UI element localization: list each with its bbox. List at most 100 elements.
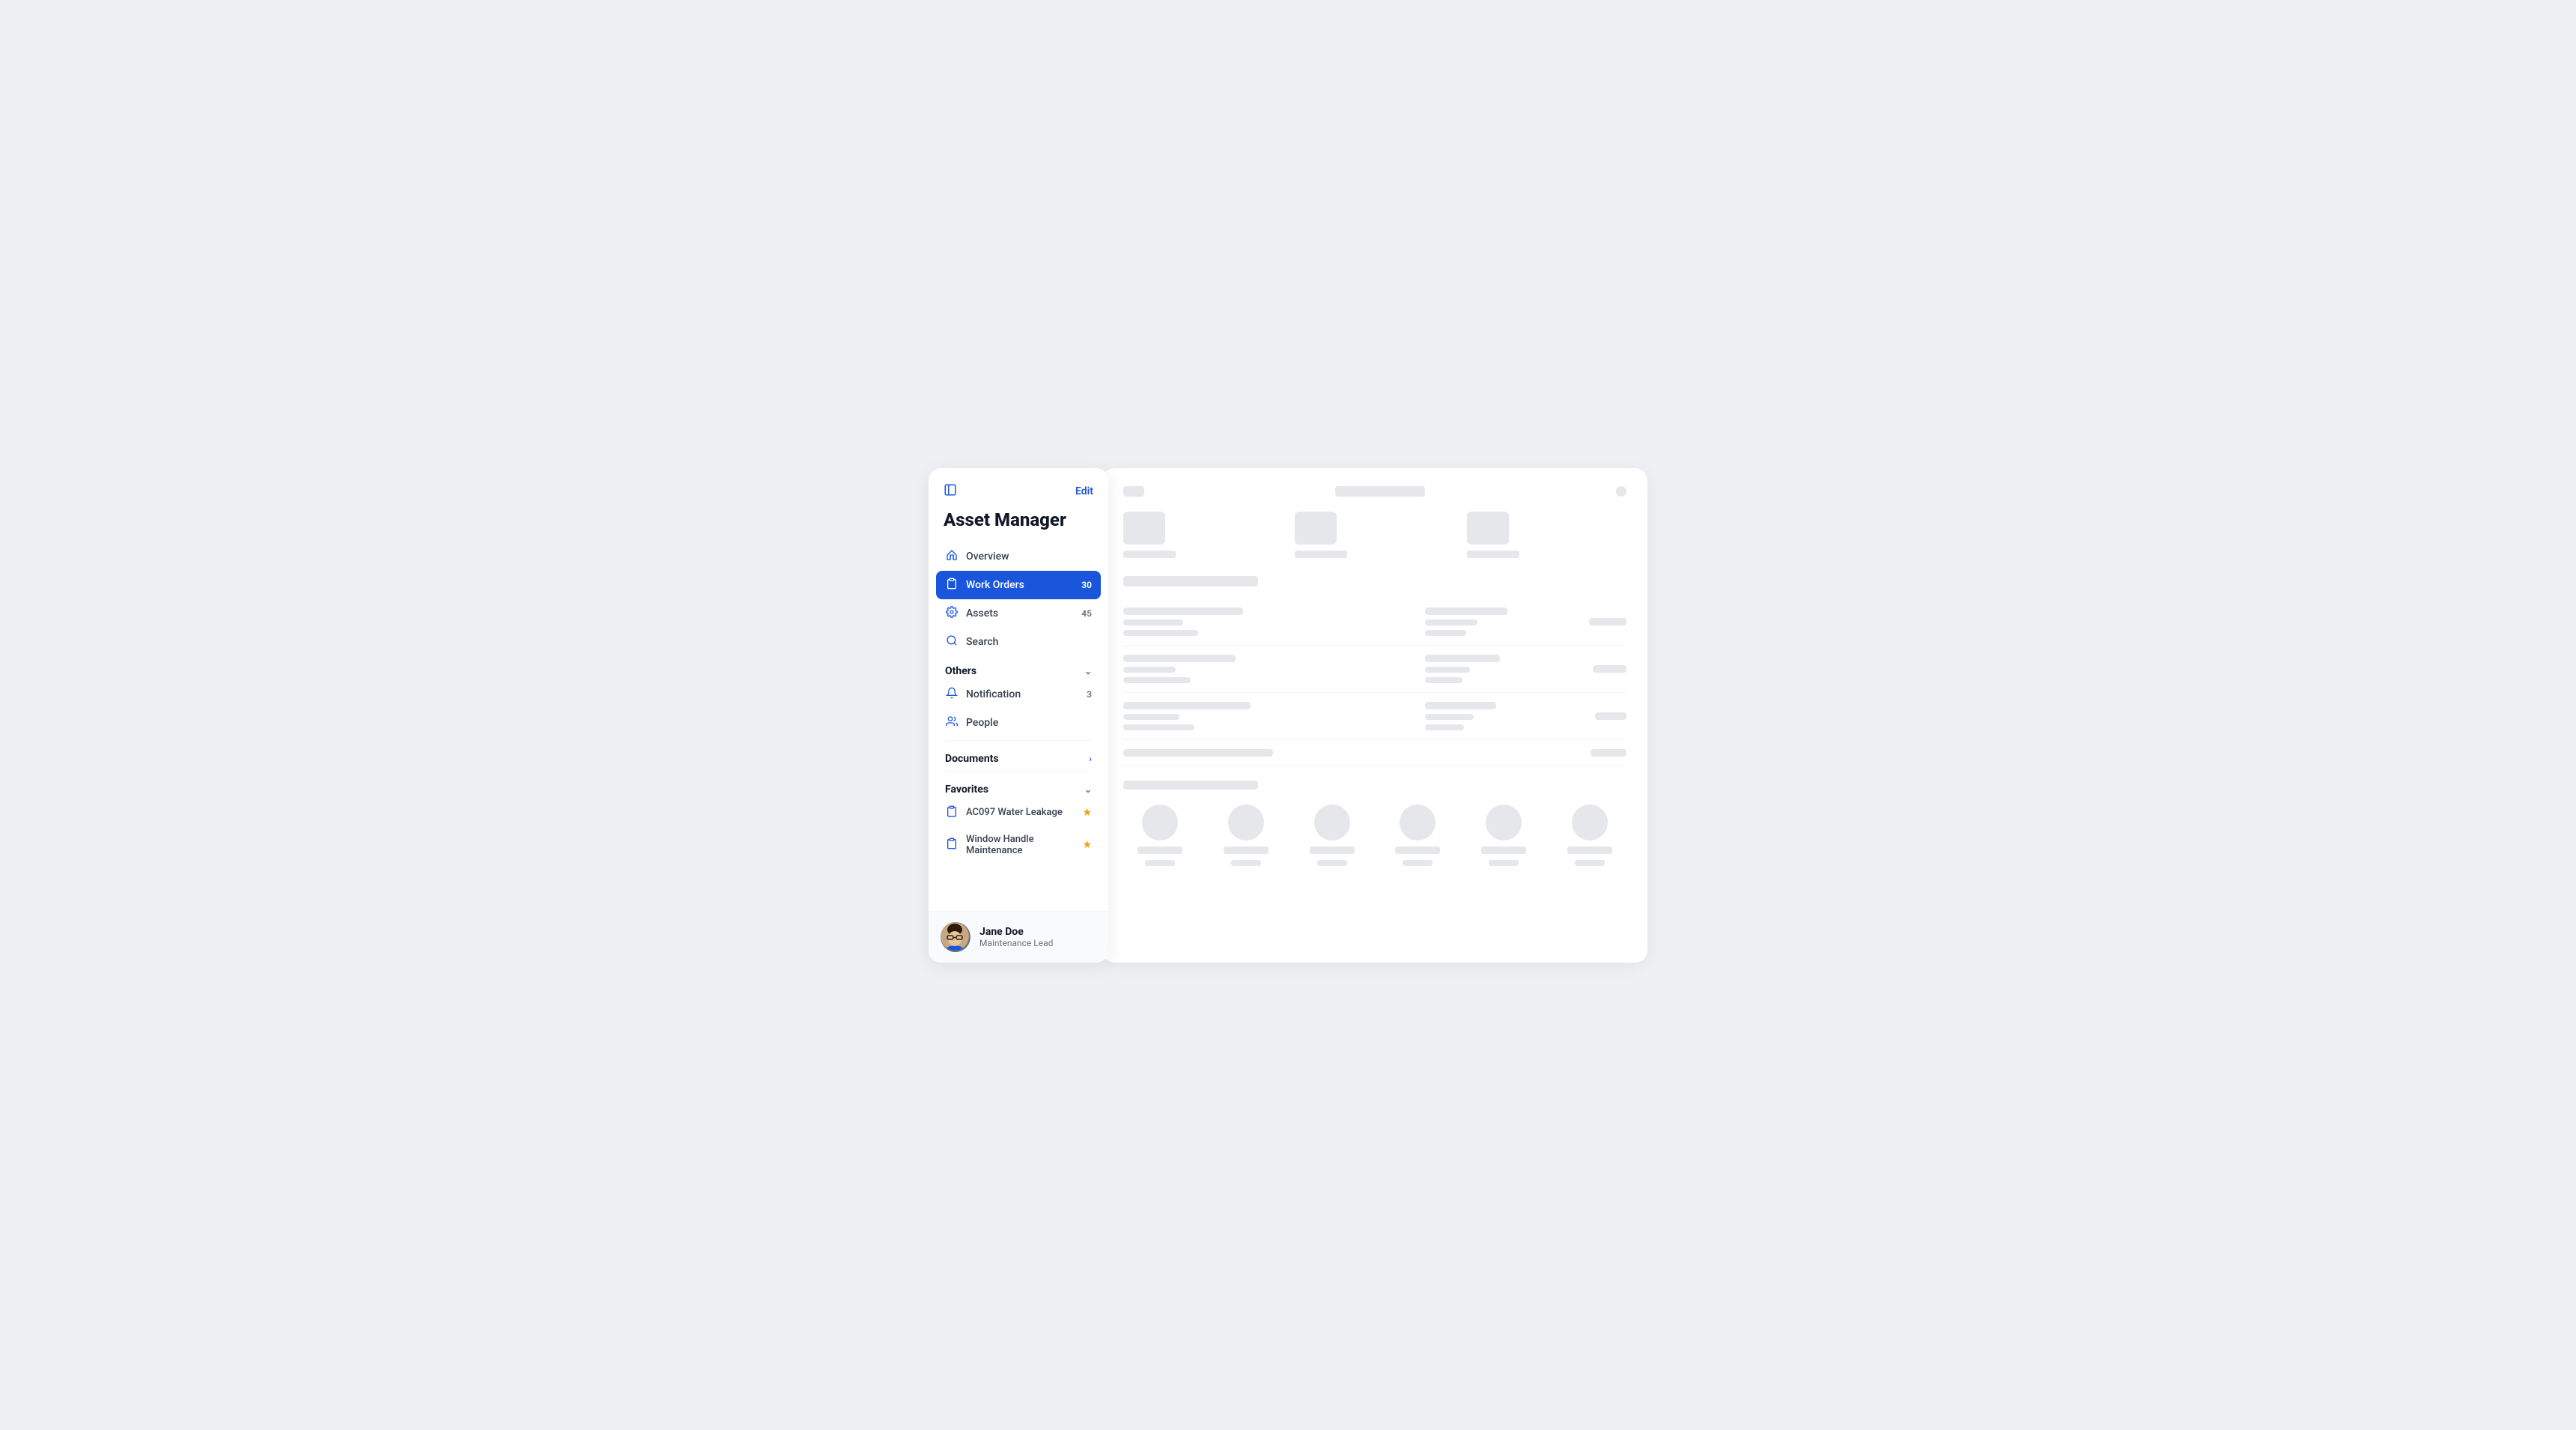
sk-r2-l1 [1123, 655, 1236, 662]
sk-label-sm-6 [1575, 860, 1605, 866]
sk-avatar-4 [1400, 805, 1436, 840]
star-icon-window-handle[interactable]: ★ [1082, 839, 1092, 851]
stats-row-skeleton [1123, 512, 1626, 558]
sidebar-item-work-orders[interactable]: Work Orders 30 [936, 571, 1101, 599]
work-orders-badge: 30 [1081, 580, 1092, 590]
section-favorites[interactable]: Favorites ⌄ [936, 775, 1101, 799]
notification-badge: 3 [1087, 689, 1092, 700]
sk-r1-l1 [1123, 608, 1243, 615]
sk-r1-l3 [1123, 630, 1198, 636]
sk-label-sm-5 [1489, 860, 1519, 866]
bottom-card-2 [1209, 805, 1284, 866]
bottom-card-1 [1123, 805, 1197, 866]
sidebar-item-label-overview: Overview [966, 551, 1009, 563]
sk-r3-r [1595, 712, 1626, 720]
table-col-main-2 [1123, 655, 1413, 683]
table-row [1123, 599, 1626, 646]
table-col-mid-1 [1425, 608, 1570, 636]
chevron-down-icon-favorites: ⌄ [1084, 784, 1092, 795]
search-icon [945, 634, 959, 649]
sk-r2-m2 [1425, 667, 1470, 673]
sk-avatar-2 [1228, 805, 1264, 840]
sk-r3-m3 [1425, 724, 1464, 730]
sidebar-toggle-icon[interactable] [944, 483, 957, 500]
table-row [1123, 740, 1626, 766]
home-icon [945, 549, 959, 564]
sidebar-item-label-people: People [966, 717, 998, 729]
chevron-down-icon: ⌄ [1084, 666, 1092, 676]
table-col-main-4 [1123, 749, 1570, 757]
user-role: Maintenance Lead [979, 938, 1053, 948]
sk-r1-r [1589, 618, 1626, 625]
stat-label-2 [1295, 551, 1347, 558]
avatar-image [941, 922, 969, 951]
bottom-card-5 [1467, 805, 1541, 866]
sk-avatar-5 [1486, 805, 1522, 840]
sk-r2-l3 [1123, 677, 1191, 683]
bottom-card-6 [1552, 805, 1626, 866]
sk-r3-l2 [1123, 714, 1179, 720]
stat-rect-2 [1295, 512, 1337, 545]
divider-favorites [945, 771, 1092, 772]
star-icon-water-leakage[interactable]: ★ [1082, 807, 1092, 819]
section-documents-label: Documents [945, 753, 999, 765]
sk-r1-m3 [1425, 630, 1466, 636]
sidebar: Edit Asset Manager Overview [929, 468, 1108, 963]
skeleton-top-center [1335, 486, 1425, 497]
main-container: Edit Asset Manager Overview [929, 468, 1647, 963]
content-area [1102, 468, 1647, 963]
divider-documents [945, 740, 1092, 741]
sk-r2-l2 [1123, 667, 1176, 673]
sk-label-3 [1310, 846, 1355, 854]
sk-r3-m1 [1425, 702, 1496, 709]
sidebar-item-overview[interactable]: Overview [936, 542, 1101, 571]
stat-card-2 [1295, 512, 1454, 558]
table-col-right-1 [1582, 618, 1626, 625]
sk-r4-l1 [1123, 749, 1273, 757]
table-skeleton [1123, 576, 1626, 766]
sidebar-item-assets[interactable]: Assets 45 [936, 599, 1101, 628]
table-header-skeleton [1123, 576, 1626, 587]
bell-icon [945, 687, 959, 702]
fav-item-label-water-leakage: AC097 Water Leakage [966, 807, 1063, 818]
section-documents[interactable]: Documents › [936, 744, 1101, 768]
clipboard-icon [945, 578, 959, 593]
sk-bottom-header [1123, 781, 1258, 790]
sk-label-6 [1567, 846, 1612, 854]
stat-rect-1 [1123, 512, 1165, 545]
sidebar-item-people[interactable]: People [936, 709, 1101, 737]
sidebar-item-search[interactable]: Search [936, 628, 1101, 656]
gear-icon [945, 606, 959, 621]
skeleton-top-left [1123, 486, 1144, 497]
table-col-mid-2 [1425, 655, 1570, 683]
sidebar-item-label-assets: Assets [966, 608, 998, 619]
section-others-label: Others [945, 665, 976, 677]
sidebar-item-window-handle[interactable]: Window Handle Maintenance ★ [936, 827, 1101, 863]
user-name: Jane Doe [979, 926, 1053, 938]
user-profile[interactable]: Jane Doe Maintenance Lead [929, 911, 1108, 963]
table-col-main-3 [1123, 702, 1413, 730]
sk-r4-r [1591, 749, 1626, 757]
bottom-header-skeleton [1123, 778, 1626, 793]
sk-r1-m1 [1425, 608, 1507, 615]
sidebar-item-label-notification: Notification [966, 688, 1021, 700]
sidebar-item-water-leakage[interactable]: AC097 Water Leakage ★ [936, 799, 1101, 827]
table-col-right-4 [1582, 749, 1626, 757]
sidebar-nav: Overview Work Orders 30 [929, 542, 1108, 911]
sk-label-4 [1395, 846, 1440, 854]
sk-r3-l1 [1123, 702, 1251, 709]
table-row [1123, 646, 1626, 693]
bottom-card-3 [1295, 805, 1369, 866]
sk-r2-m1 [1425, 655, 1500, 662]
sidebar-item-notification[interactable]: Notification 3 [936, 680, 1101, 709]
section-others[interactable]: Others ⌄ [936, 656, 1101, 680]
sk-label-1 [1137, 846, 1182, 854]
sidebar-header: Edit [929, 468, 1108, 506]
sk-label-sm-1 [1145, 860, 1175, 866]
stat-label-1 [1123, 551, 1176, 558]
edit-button[interactable]: Edit [1075, 485, 1093, 497]
sk-r2-m3 [1425, 677, 1462, 683]
users-icon [945, 715, 959, 730]
sk-label-sm-4 [1403, 860, 1433, 866]
table-col-right-2 [1582, 665, 1626, 673]
